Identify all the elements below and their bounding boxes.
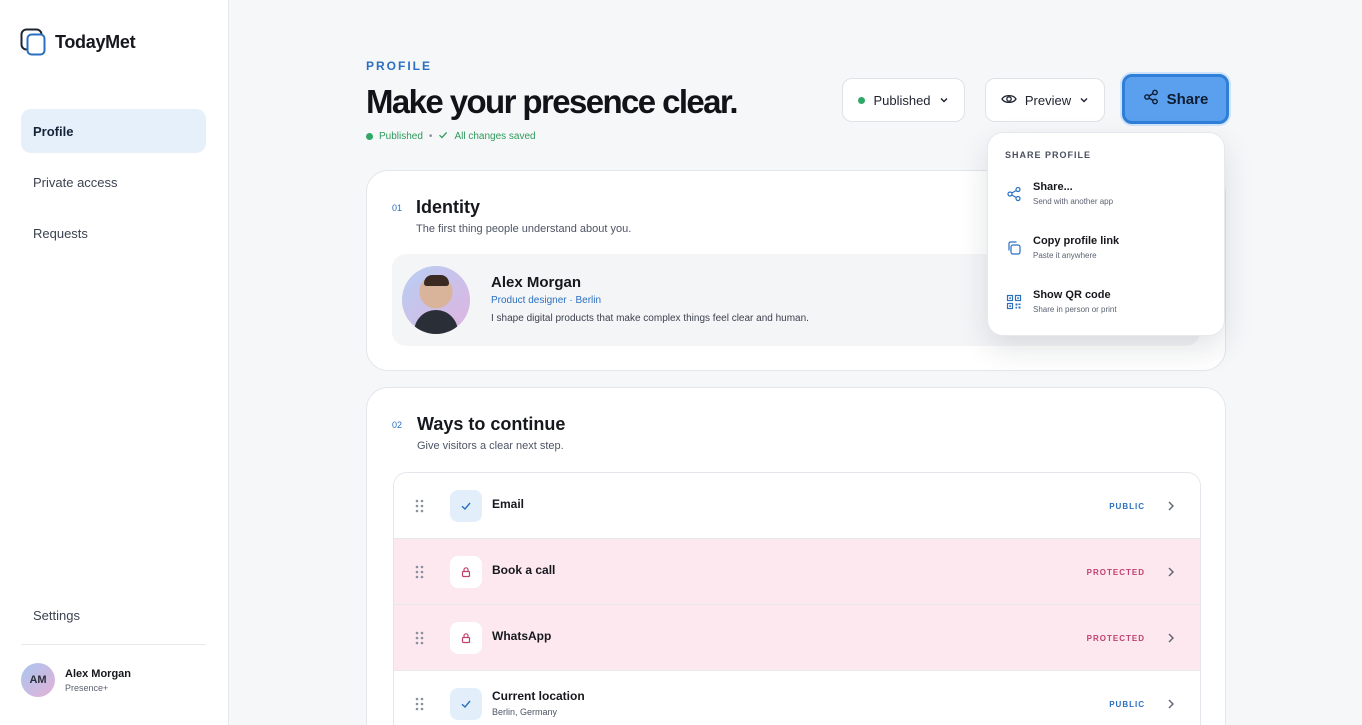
profile-name: Alex Morgan: [491, 274, 582, 291]
share-menu: SHARE PROFILE Share... Send with another…: [987, 132, 1225, 336]
list-item-current-location[interactable]: Current location Berlin, Germany PUBLIC: [394, 671, 1200, 725]
user-plan: Presence+: [65, 682, 109, 693]
chevron-right-icon: [1166, 499, 1176, 517]
chevron-right-icon: [1166, 697, 1176, 715]
lock-icon: [450, 622, 482, 654]
menu-item-title: Share...: [1033, 181, 1073, 193]
menu-item-subtitle: Share in person or print: [1033, 305, 1117, 314]
menu-item-copy-link[interactable]: Copy profile link Paste it anywhere: [998, 229, 1216, 273]
menu-item-subtitle: Send with another app: [1033, 197, 1114, 206]
page-title: Make your presence clear.: [366, 83, 739, 120]
list-item-whatsapp[interactable]: WhatsApp PROTECTED: [394, 605, 1200, 671]
chevron-down-icon: [939, 93, 949, 108]
visibility-badge: PUBLIC: [1109, 502, 1145, 511]
sidebar-divider: [21, 644, 206, 645]
section-subtitle: The first thing people understand about …: [416, 223, 632, 235]
sidebar-item-profile[interactable]: Profile: [21, 109, 206, 153]
section-number: 02: [392, 420, 403, 430]
section-title: Identity: [416, 197, 481, 217]
brand-name: TodayMet: [55, 31, 136, 52]
menu-item-title: Show QR code: [1033, 289, 1111, 301]
profile-role: Product designer · Berlin: [491, 295, 602, 306]
menu-item-share[interactable]: Share... Send with another app: [998, 175, 1216, 219]
status-dropdown-label: Published: [873, 92, 931, 108]
share-icon: [1006, 186, 1022, 202]
saved-text: All changes saved: [454, 131, 536, 142]
chevron-right-icon: [1166, 631, 1176, 649]
eye-icon: [1001, 93, 1017, 108]
sidebar-item-private-access[interactable]: Private access: [21, 160, 206, 204]
section-number: 01: [392, 203, 403, 213]
share-menu-heading: SHARE PROFILE: [1005, 150, 1092, 160]
row-sublabel: Berlin, Germany: [492, 707, 558, 717]
preview-button[interactable]: Preview: [985, 78, 1105, 122]
publish-status: Published • All changes saved: [366, 130, 536, 143]
ways-section: 02 Ways to continue Give visitors a clea…: [366, 387, 1226, 725]
drag-handle-icon[interactable]: [415, 499, 424, 513]
chevron-down-icon: [1079, 93, 1089, 108]
share-icon: [1143, 89, 1159, 109]
visibility-badge: PUBLIC: [1109, 700, 1145, 709]
section-subtitle: Give visitors a clear next step.: [417, 440, 564, 452]
menu-item-subtitle: Paste it anywhere: [1033, 251, 1097, 260]
share-label: Share: [1166, 90, 1209, 108]
status-dot-icon: [858, 96, 866, 104]
qr-code-icon: [1006, 294, 1022, 310]
sidebar-item-settings[interactable]: Settings: [33, 608, 80, 623]
visibility-badge: PROTECTED: [1086, 568, 1145, 577]
menu-item-qr-code[interactable]: Show QR code Share in person or print: [998, 283, 1216, 327]
preview-label: Preview: [1024, 92, 1072, 108]
status-text: Published: [379, 131, 423, 142]
row-label: Email: [492, 497, 525, 511]
brand[interactable]: TodayMet: [20, 28, 136, 56]
avatar-body: [414, 310, 458, 334]
visibility-badge: PROTECTED: [1086, 634, 1145, 643]
row-label: Current location: [492, 689, 585, 703]
share-button[interactable]: Share: [1122, 74, 1229, 124]
row-label: WhatsApp: [492, 629, 552, 643]
user-account[interactable]: AM Alex Morgan Presence+: [21, 663, 131, 697]
lock-icon: [450, 556, 482, 588]
copy-icon: [1006, 240, 1022, 256]
status-dropdown[interactable]: Published: [842, 78, 965, 122]
drag-handle-icon[interactable]: [415, 697, 424, 711]
user-name: Alex Morgan: [65, 667, 132, 680]
sidebar-nav: Profile Private access Requests: [21, 109, 206, 262]
ways-list: Email PUBLIC Book a call PROTECTED Whats…: [393, 472, 1201, 725]
drag-handle-icon[interactable]: [415, 565, 424, 579]
check-icon: [450, 490, 482, 522]
status-separator: •: [428, 131, 433, 142]
chevron-right-icon: [1166, 565, 1176, 583]
list-item-book-a-call[interactable]: Book a call PROTECTED: [394, 539, 1200, 605]
list-item-email[interactable]: Email PUBLIC: [394, 473, 1200, 539]
check-icon: [438, 130, 448, 143]
drag-handle-icon[interactable]: [415, 631, 424, 645]
profile-photo: [402, 266, 470, 334]
profile-bio: I shape digital products that make compl…: [491, 313, 809, 324]
check-icon: [450, 688, 482, 720]
sidebar-item-requests[interactable]: Requests: [21, 211, 206, 255]
menu-item-title: Copy profile link: [1033, 235, 1120, 247]
page-eyebrow: PROFILE: [366, 59, 433, 73]
avatar-hair: [424, 275, 449, 286]
row-label: Book a call: [492, 563, 556, 577]
sidebar: TodayMet Profile Private access Requests…: [0, 0, 229, 725]
section-title: Ways to continue: [417, 414, 566, 434]
logo-icon: [20, 28, 47, 56]
avatar: AM: [21, 663, 55, 697]
status-dot-icon: [366, 133, 373, 140]
